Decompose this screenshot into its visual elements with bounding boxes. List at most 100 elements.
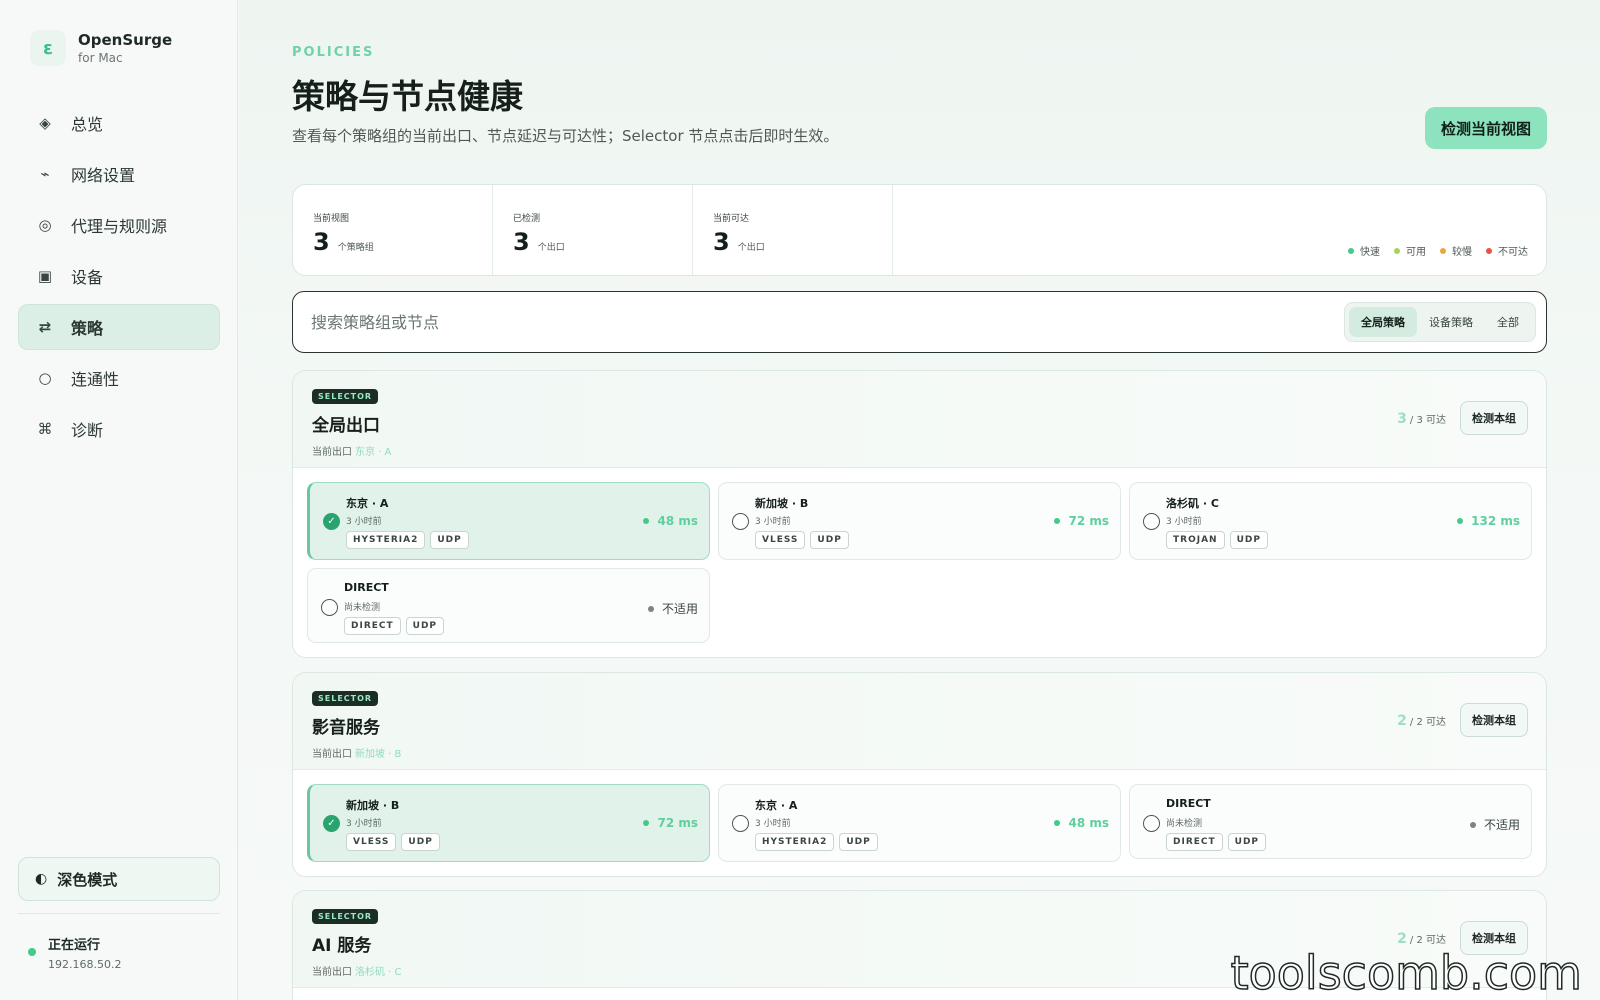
node-latency: 48 ms xyxy=(643,514,698,528)
latency-dot-icon xyxy=(1054,518,1061,524)
detect-current-view-button[interactable]: 检测当前视图 xyxy=(1424,107,1547,149)
sidebar-item-2[interactable]: ◎ 代理与规则源 xyxy=(18,202,220,248)
node-latency: 不适用 xyxy=(1469,816,1520,833)
checkmark-icon[interactable]: ✓ xyxy=(323,513,340,530)
protocol-chip: UDP xyxy=(405,617,445,635)
reach-number: 3 xyxy=(1397,411,1407,427)
node-chips: DIRECT UDP xyxy=(1166,833,1271,851)
node-name: 东京 · A xyxy=(346,497,389,510)
protocol-chip: UDP xyxy=(839,833,878,851)
group-current-exit: 当前出口 新加坡 · B xyxy=(312,745,401,760)
radio-icon[interactable] xyxy=(732,513,749,530)
reachability-count: 3/ 3 可达 xyxy=(1397,411,1446,427)
legend-label: 不可达 xyxy=(1498,247,1528,258)
node-card[interactable]: ✓ 东京 · A 3 小时前 HYSTERIA2 UDP 48 ms xyxy=(307,482,710,560)
sidebar-item-5[interactable]: ○ 连通性 xyxy=(18,355,220,401)
exit-value: 洛杉矶 · C xyxy=(355,967,402,978)
node-card[interactable]: DIRECT 尚未检测 DIRECT UDP 不适用 xyxy=(307,568,710,643)
protocol-chip: VLESS xyxy=(755,531,806,549)
running-status: 正在运行 192.168.50.2 xyxy=(28,934,121,971)
detect-group-button[interactable]: 检测本组 xyxy=(1460,703,1528,737)
protocol-chip: UDP xyxy=(1229,531,1268,549)
legend-item: 不可达 xyxy=(1486,243,1528,258)
node-card[interactable]: DIRECT 尚未检测 DIRECT UDP 不适用 xyxy=(1129,784,1532,859)
legend-item: 较慢 xyxy=(1440,243,1472,258)
radio-icon[interactable] xyxy=(1143,513,1160,530)
scope-option-0[interactable]: 全局策略 xyxy=(1349,307,1417,337)
exit-value: 新加坡 · B xyxy=(355,749,402,760)
protocol-chip: UDP xyxy=(810,531,849,549)
node-checked-time: 3 小时前 xyxy=(1166,517,1202,527)
reach-number: 2 xyxy=(1397,713,1407,729)
exit-label: 当前出口 xyxy=(312,447,352,458)
node-card[interactable]: 洛杉矶 · C 3 小时前 TROJAN UDP 132 ms xyxy=(1129,482,1532,560)
node-card[interactable]: 新加坡 · B 3 小时前 VLESS UDP 72 ms xyxy=(718,482,1121,560)
selector-tag: SELECTOR xyxy=(312,389,379,404)
group-name: AI 服务 xyxy=(312,936,372,956)
latency-value: 不适用 xyxy=(661,602,698,616)
node-card[interactable]: ✓ 新加坡 · B 3 小时前 VLESS UDP 72 ms xyxy=(307,784,710,862)
stat-label: 当前视图 xyxy=(313,214,350,224)
stat-card: 已检测 3 个出口 xyxy=(493,185,693,275)
legend-label: 快速 xyxy=(1360,247,1380,258)
sidebar-divider xyxy=(18,913,220,914)
protocol-chip: UDP xyxy=(1227,833,1267,851)
node-chips: VLESS UDP xyxy=(755,531,854,549)
latency-dot-icon xyxy=(1457,518,1464,524)
stat-number: 3 xyxy=(513,228,530,256)
group-current-exit: 当前出口 东京 · A xyxy=(312,443,391,458)
brand: ɛ OpenSurge for Mac xyxy=(30,30,172,66)
page-description: 查看每个策略组的当前出口、节点延迟与可达性；Selector 节点点击后即时生效… xyxy=(292,127,839,145)
scope-switcher: 全局策略 设备策略 全部 xyxy=(1344,302,1536,342)
policy-group: SELECTOR 影音服务 当前出口 新加坡 · B 2/ 2 可达 检测本组 ✓ 新加坡 ·… xyxy=(292,672,1547,877)
sidebar-item-1[interactable]: ⌁ 网络设置 xyxy=(18,151,220,197)
radio-icon[interactable] xyxy=(1143,815,1160,832)
dark-mode-button[interactable]: ◐ 深色模式 xyxy=(18,857,220,901)
search-input[interactable] xyxy=(311,308,1211,336)
node-chips: VLESS UDP xyxy=(346,833,445,851)
scope-option-2[interactable]: 全部 xyxy=(1485,307,1531,337)
reach-text: / 2 可达 xyxy=(1409,935,1446,946)
protocol-chip: HYSTERIA2 xyxy=(755,833,835,851)
sidebar-item-4[interactable]: ⇄ 策略 xyxy=(18,304,220,350)
node-latency: 72 ms xyxy=(1054,514,1109,528)
network-icon: ⌁ xyxy=(40,165,50,183)
search-bar: 全局策略设备策略全部 xyxy=(292,291,1547,353)
checkmark-icon[interactable]: ✓ xyxy=(323,815,340,832)
sidebar-item-6[interactable]: ⌘ 诊断 xyxy=(18,406,220,452)
watermark: toolscomb.com xyxy=(1230,945,1583,1000)
exit-value: 东京 · A xyxy=(355,447,392,458)
stat-card: 当前视图 3 个策略组 xyxy=(293,185,493,275)
latency-dot-icon xyxy=(1054,820,1061,826)
group-header: SELECTOR 全局出口 当前出口 东京 · A 3/ 3 可达 检测本组 xyxy=(293,371,1546,468)
node-name: 新加坡 · B xyxy=(755,497,809,510)
stats-panel: 当前视图 3 个策略组 已检测 3 个出口 当前可达 3 个出口 快速 可用 较慢 不可达 xyxy=(292,184,1547,276)
radio-icon[interactable] xyxy=(321,599,338,616)
stat-value-row: 3 个出口 xyxy=(713,228,892,256)
stat-value-row: 3 个出口 xyxy=(513,228,692,256)
diamond-icon: ◈ xyxy=(39,114,51,132)
node-name: DIRECT xyxy=(344,581,389,594)
group-header: SELECTOR 影音服务 当前出口 新加坡 · B 2/ 2 可达 检测本组 xyxy=(293,673,1546,770)
sidebar-item-label: 诊断 xyxy=(71,421,104,440)
stat-unit: 个出口 xyxy=(737,243,765,253)
node-latency: 132 ms xyxy=(1457,514,1520,528)
node-name: 新加坡 · B xyxy=(346,799,400,812)
radio-icon[interactable] xyxy=(732,815,749,832)
app-logo-icon: ɛ xyxy=(30,30,66,66)
reachability-count: 2/ 2 可达 xyxy=(1397,713,1446,729)
latency-dot-icon xyxy=(643,518,650,524)
latency-value: 72 ms xyxy=(657,816,698,830)
half-moon-icon: ◐ xyxy=(35,871,48,887)
node-card[interactable]: 东京 · A 3 小时前 HYSTERIA2 UDP 48 ms xyxy=(718,784,1121,862)
stat-unit: 个出口 xyxy=(537,243,565,253)
node-grid: ✓ 新加坡 · B3 小时前 VLESS UDP 72 ms 东京 · A3 小时前 HYS… xyxy=(293,770,1546,876)
page-eyebrow: POLICIES xyxy=(292,45,375,60)
sidebar-item-3[interactable]: ▣ 设备 xyxy=(18,253,220,299)
stat-card: 当前可达 3 个出口 xyxy=(693,185,893,275)
selector-tag: SELECTOR xyxy=(312,691,379,706)
scope-option-1[interactable]: 设备策略 xyxy=(1417,307,1485,337)
sidebar-item-0[interactable]: ◈ 总览 xyxy=(18,100,220,146)
latency-value: 不适用 xyxy=(1483,818,1520,832)
detect-group-button[interactable]: 检测本组 xyxy=(1460,401,1528,435)
